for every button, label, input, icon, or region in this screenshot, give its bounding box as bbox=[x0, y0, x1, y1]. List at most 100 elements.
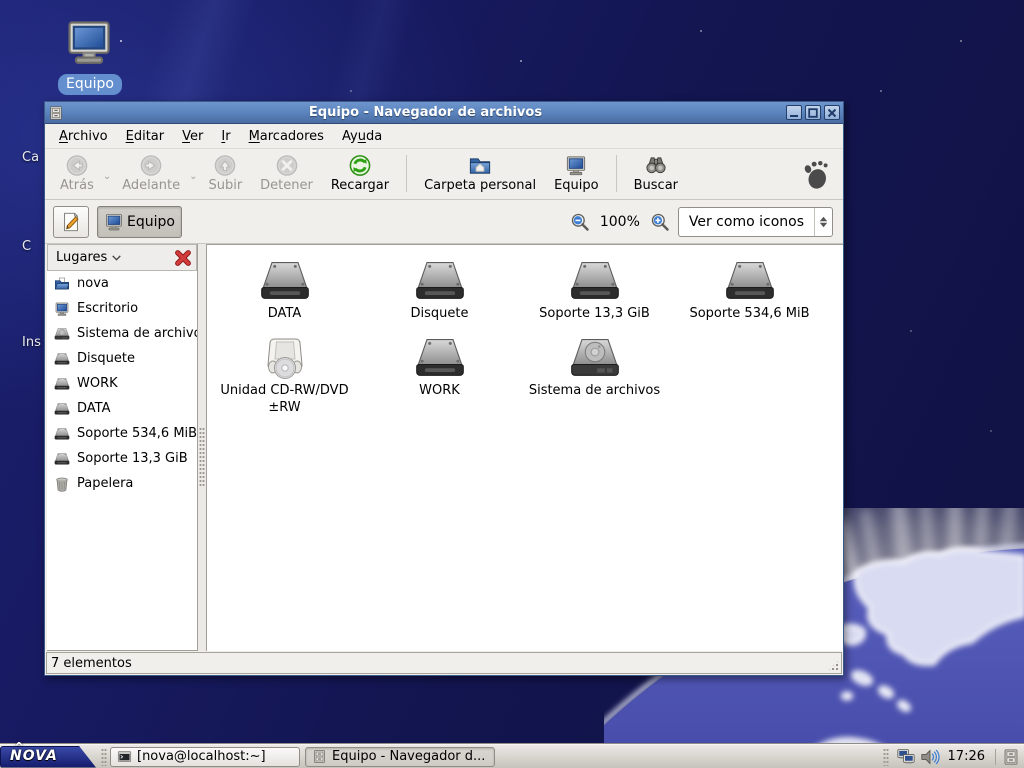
drive-icon bbox=[54, 426, 70, 442]
menu-archivo[interactable]: Archivo bbox=[51, 126, 116, 147]
task-button-2[interactable]: Equipo - Navegador d... bbox=[305, 747, 495, 767]
menu-editar[interactable]: Editar bbox=[118, 126, 173, 147]
close-icon bbox=[827, 108, 837, 118]
file-item-data[interactable]: DATA bbox=[207, 255, 362, 332]
toolbar-button-label: Adelante bbox=[122, 178, 180, 193]
file-item-sistema-de-archivos[interactable]: Sistema de archivos bbox=[517, 332, 672, 426]
sidebar-item-label: DATA bbox=[77, 401, 111, 416]
drive-icon bbox=[414, 336, 466, 380]
nova-menu-button[interactable]: ^ NOVA bbox=[0, 746, 96, 768]
toolbar-recargar[interactable]: Recargar bbox=[322, 151, 398, 196]
side-pane-header[interactable]: Lugares bbox=[47, 244, 197, 271]
file-item-label: Soporte 534,6 MiB bbox=[689, 306, 809, 322]
file-item-disquete[interactable]: Disquete bbox=[362, 255, 517, 332]
drive-icon bbox=[259, 259, 311, 303]
titlebar[interactable]: Equipo - Navegador de archivos bbox=[45, 102, 843, 124]
partial-desktop-label: C bbox=[22, 239, 31, 254]
sidebar-item-escritorio[interactable]: Escritorio bbox=[47, 296, 197, 321]
task-button-1[interactable]: [nova@localhost:~] bbox=[110, 747, 300, 767]
volume-icon[interactable] bbox=[920, 748, 940, 766]
computer-icon bbox=[563, 154, 589, 177]
minimize-icon bbox=[789, 108, 799, 118]
toolbar-atrás: Atrás bbox=[51, 151, 103, 196]
dropdown-chevron-icon: ⌄ bbox=[189, 171, 197, 182]
file-item-label: Soporte 13,3 GiB bbox=[539, 306, 650, 322]
toggle-location-entry-button[interactable] bbox=[53, 206, 89, 238]
cabinet-icon bbox=[312, 749, 327, 764]
sidebar-item-papelera[interactable]: Papelera bbox=[47, 471, 197, 496]
nova-logo-text: NOVA bbox=[10, 748, 58, 764]
zoom-in-icon[interactable] bbox=[650, 212, 670, 232]
divider-grip bbox=[199, 427, 205, 487]
view-mode-select[interactable]: Ver como iconos bbox=[678, 207, 833, 237]
menu-marcadores[interactable]: Marcadores bbox=[241, 126, 332, 147]
sidebar-item-label: nova bbox=[77, 276, 109, 291]
panel-drag-handle[interactable] bbox=[101, 748, 107, 766]
status-bar: 7 elementos bbox=[46, 652, 842, 674]
refresh-icon bbox=[347, 154, 373, 177]
clock[interactable]: 17:26 bbox=[944, 749, 989, 764]
sidebar-item-work[interactable]: WORK bbox=[47, 371, 197, 396]
location-bar: Equipo 100% Ver como iconos bbox=[45, 200, 843, 244]
desktop-icon bbox=[54, 301, 70, 317]
sidebar-item-label: Escritorio bbox=[77, 301, 138, 316]
maximize-button[interactable] bbox=[805, 105, 821, 120]
sidebar-item-soporte-13,3-gib[interactable]: Soporte 13,3 GiB bbox=[47, 446, 197, 471]
toolbar-buscar[interactable]: Buscar bbox=[625, 151, 687, 196]
up-icon bbox=[212, 154, 238, 177]
sidebar-item-nova[interactable]: nova bbox=[47, 271, 197, 296]
spinner-arrows-icon bbox=[814, 208, 832, 236]
sidebar-item-soporte-534,6-mib[interactable]: Soporte 534,6 MiB bbox=[47, 421, 197, 446]
toolbar-subir: Subir bbox=[199, 151, 251, 196]
sidebar-item-disquete[interactable]: Disquete bbox=[47, 346, 197, 371]
menu-ver[interactable]: Ver bbox=[174, 126, 211, 147]
minimize-button[interactable] bbox=[786, 105, 802, 120]
menu-ir[interactable]: Ir bbox=[213, 126, 238, 147]
toolbar-equipo[interactable]: Equipo bbox=[545, 151, 608, 196]
desktop: Equipo CaCIns Equipo - Navegador de arch… bbox=[0, 0, 1024, 768]
pane-divider[interactable] bbox=[198, 244, 206, 651]
drive-icon bbox=[54, 451, 70, 467]
file-item-label: DATA bbox=[268, 306, 302, 322]
file-item-soporte-534-6-mib[interactable]: Soporte 534,6 MiB bbox=[672, 255, 827, 332]
file-browser-window: Equipo - Navegador de archivos ArchivoEd… bbox=[44, 101, 844, 676]
taskbar: ^ NOVA [nova@localhost:~] Equipo - Navega… bbox=[0, 744, 1024, 768]
terminal-icon bbox=[117, 749, 132, 764]
close-button[interactable] bbox=[824, 105, 840, 120]
network-icon[interactable] bbox=[896, 748, 916, 766]
dropdown-chevron-icon: ⌄ bbox=[103, 171, 111, 182]
drive-icon bbox=[54, 376, 70, 392]
desktop-icon-equipo[interactable]: Equipo bbox=[58, 16, 120, 95]
resize-grip[interactable] bbox=[827, 659, 840, 672]
drive-icon bbox=[724, 259, 776, 303]
close-side-pane-icon[interactable] bbox=[174, 249, 192, 267]
binoculars-icon bbox=[643, 154, 669, 177]
menubar: ArchivoEditarVerIrMarcadoresAyuda bbox=[45, 124, 843, 149]
desktop-icon-label: Equipo bbox=[58, 74, 122, 95]
starfield bbox=[0, 0, 2, 2]
sidebar-item-label: Soporte 534,6 MiB bbox=[77, 426, 197, 441]
file-item-soporte-13-3-gib[interactable]: Soporte 13,3 GiB bbox=[517, 255, 672, 332]
sidebar-item-data[interactable]: DATA bbox=[47, 396, 197, 421]
file-view[interactable]: DATA Disquete Soporte 13,3 GiB Soporte 534,… bbox=[206, 244, 843, 651]
menu-ayuda[interactable]: Ayuda bbox=[334, 126, 390, 147]
toolbar-button-label: Subir bbox=[208, 178, 242, 193]
path-button-equipo[interactable]: Equipo bbox=[97, 206, 182, 238]
file-item-label: Sistema de archivos bbox=[529, 383, 660, 399]
toolbar-carpeta-personal[interactable]: Carpeta personal bbox=[415, 151, 545, 196]
partial-desktop-label: Ins bbox=[22, 335, 41, 350]
toolbar-button-label: Recargar bbox=[331, 178, 389, 193]
panel-drag-handle[interactable] bbox=[883, 748, 889, 766]
sidebar-item-label: Disquete bbox=[77, 351, 135, 366]
zoom-out-icon[interactable] bbox=[570, 212, 590, 232]
window-selector-icon[interactable] bbox=[1002, 748, 1020, 766]
task-button-label: Equipo - Navegador d... bbox=[332, 749, 485, 764]
drive-icon bbox=[54, 351, 70, 367]
sidebar-item-sistema-de-archivos[interactable]: Sistema de archivos bbox=[47, 321, 197, 346]
file-item-work[interactable]: WORK bbox=[362, 332, 517, 426]
hdd-icon bbox=[54, 326, 70, 342]
toolbar: Atrás⌄Adelante⌄SubirDetenerRecargarCarpe… bbox=[45, 149, 843, 200]
file-item-unidad-cd-rw-dvd-rw[interactable]: Unidad CD-RW/DVD ±RW bbox=[207, 332, 362, 426]
task-button-label: [nova@localhost:~] bbox=[137, 749, 266, 764]
side-pane: Lugares nova Escritorio Sistema de archivo… bbox=[47, 244, 198, 651]
